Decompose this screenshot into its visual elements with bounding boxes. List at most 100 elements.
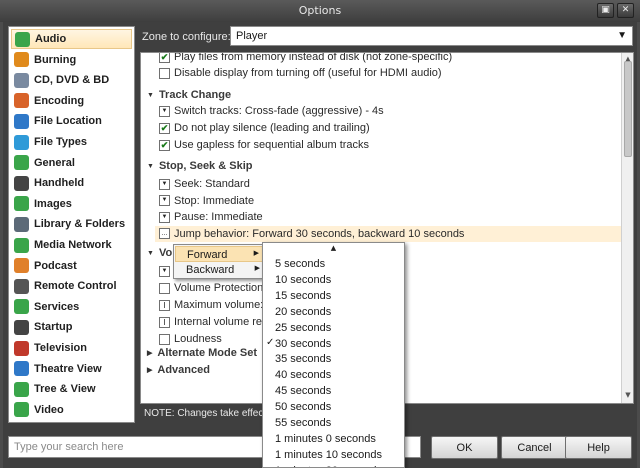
nav-item-images[interactable]: Images [11,194,132,214]
nav-item-encoding[interactable]: Encoding [11,91,132,111]
jump-option-label: 1 minutes 10 seconds [275,448,383,461]
checkbox[interactable]: ✔ [159,53,170,63]
jump-option-label: 25 seconds [275,321,332,334]
checkbox[interactable]: ✔ [159,139,170,151]
setting-row[interactable]: ▼ Stop: Immediate [159,193,254,209]
cancel-button[interactable]: Cancel [501,436,568,459]
submenu-arrow-icon: ▶ [254,265,260,272]
zone-value: Player [236,30,268,42]
nav-item-remote[interactable]: Remote Control [11,276,132,296]
menu-item-label: Forward [187,249,228,261]
ok-button[interactable]: OK [431,436,498,459]
menu-item-backward[interactable]: Backward ▶ [175,262,266,278]
nav-item-label: Handheld [34,177,85,190]
nav-item-burning[interactable]: Burning [11,50,132,70]
setting-row[interactable]: ✔ Use gapless for sequential album tracks [159,137,369,153]
nav-item-video[interactable]: Video [11,400,132,420]
submenu-arrow-icon: ▶ [253,250,259,257]
nav-item-globe[interactable]: File Location [11,111,132,131]
nav-item-label: General [34,156,75,169]
checkbox[interactable] [159,333,170,345]
expand-icon[interactable]: ▶ [147,349,152,357]
nav-item-tree-view[interactable]: Tree & View [11,379,132,399]
nav-item-audio[interactable]: Audio [11,29,132,49]
setting-row[interactable]: ▼ Switch tracks: Cross-fade (aggressive) … [159,103,384,119]
menu-scroll-up-icon[interactable]: ▲ [263,244,404,252]
setting-row[interactable]: ▼ [159,263,174,279]
dropdown-icon[interactable]: ▼ [159,265,170,277]
nav-item-television[interactable]: Television [11,338,132,358]
checkbox[interactable] [159,67,170,79]
jump-option[interactable]: 1 minutes 0 seconds [263,432,404,448]
ellipsis-button[interactable]: ... [159,228,170,239]
dropdown-icon[interactable]: ▼ [159,211,170,223]
setting-row[interactable]: ▼ Pause: Immediate [159,209,263,225]
nav-item-theatre-view[interactable]: Theatre View [11,359,132,379]
close-button[interactable]: ✕ [617,3,634,18]
checkbox[interactable] [159,282,170,294]
settings-scrollbar[interactable]: ▲ ▼ [621,53,633,403]
network-icon [14,237,29,253]
setting-row[interactable]: I Maximum volume: 1 [159,297,272,313]
dropdown-icon[interactable]: ▼ [159,195,170,206]
jump-option[interactable]: 1 minutes 10 seconds [263,448,404,464]
setting-row[interactable]: I Internal volume refe [159,314,271,330]
collapse-icon[interactable]: ▼ [147,92,154,99]
setting-row[interactable]: ▼ Seek: Standard [159,176,250,192]
collapse-icon[interactable]: ▼ [147,250,154,257]
expand-icon[interactable]: ▶ [147,366,152,374]
nav-item-services[interactable]: Services [11,297,132,317]
jump-option[interactable]: 10 seconds [263,273,404,289]
jump-option[interactable]: 55 seconds [263,416,404,432]
jump-option[interactable]: 5 seconds [263,257,404,273]
section-header[interactable]: ▶ Alternate Mode Set [147,345,257,361]
scroll-down-icon[interactable]: ▼ [623,391,633,401]
nav-item-handheld[interactable]: Handheld [11,173,132,193]
category-list: Audio Burning CD, DVD & BD Encoding File Loc… [8,26,135,423]
jump-option-label: 35 seconds [275,353,332,366]
section-header[interactable]: ▼ Stop, Seek & Skip [147,158,252,174]
jump-option-label: 10 seconds [275,273,332,286]
menu-item-forward[interactable]: Forward ▶ [175,246,266,262]
maximize-button[interactable]: ▣ [597,3,614,18]
jump-option[interactable]: 15 seconds [263,289,404,305]
nav-item-podcast[interactable]: Podcast [11,256,132,276]
setting-row[interactable]: ✔ Play files from memory instead of disk … [159,53,452,65]
checkbox[interactable]: ✔ [159,122,170,134]
nav-item-file-types[interactable]: File Types [11,132,132,152]
setting-row[interactable]: Volume Protection [159,280,263,296]
setting-label: Stop: Immediate [174,194,255,207]
nav-item-library[interactable]: Library & Folders [11,214,132,234]
setting-row[interactable]: ... Jump behavior: Forward 30 seconds, ba… [155,225,621,242]
setting-row[interactable]: ✔ Do not play silence (leading and traili… [159,120,370,136]
dropdown-icon[interactable]: ▼ [159,178,170,190]
jump-option[interactable]: 25 seconds [263,321,404,337]
jump-option[interactable]: 45 seconds [263,384,404,400]
zone-select[interactable]: Player ▼ [230,26,633,46]
jump-option[interactable]: ✓ 30 seconds [263,337,404,353]
jump-option[interactable]: 35 seconds [263,352,404,368]
jump-option-label: 15 seconds [275,289,332,302]
scroll-thumb[interactable] [624,61,632,157]
nav-item-label: Theatre View [34,362,102,375]
slider-icon[interactable]: I [159,299,170,311]
section-header[interactable]: ▼ Vo [147,245,172,261]
section-header[interactable]: ▶ Advanced [147,362,210,378]
jump-option[interactable]: 1 minutes 20 seconds [263,464,404,467]
slider-icon[interactable]: I [159,316,170,328]
nav-item-startup[interactable]: Startup [11,317,132,337]
jump-option[interactable]: 40 seconds [263,368,404,384]
jump-option[interactable]: 50 seconds [263,400,404,416]
collapse-icon[interactable]: ▼ [147,163,154,170]
jump-option[interactable]: 20 seconds [263,305,404,321]
help-button[interactable]: Help [565,436,632,459]
setting-row[interactable]: Disable display from turning off (useful… [159,65,442,81]
nav-item-general[interactable]: General [11,153,132,173]
dropdown-icon[interactable]: ▼ [159,105,170,117]
nav-item-disc[interactable]: CD, DVD & BD [11,70,132,90]
section-header[interactable]: ▼ Track Change [147,87,231,103]
jump-option-label: 45 seconds [275,385,332,398]
jump-direction-menu: Forward ▶ Backward ▶ [173,244,268,279]
images-icon [14,196,29,212]
nav-item-network[interactable]: Media Network [11,235,132,255]
